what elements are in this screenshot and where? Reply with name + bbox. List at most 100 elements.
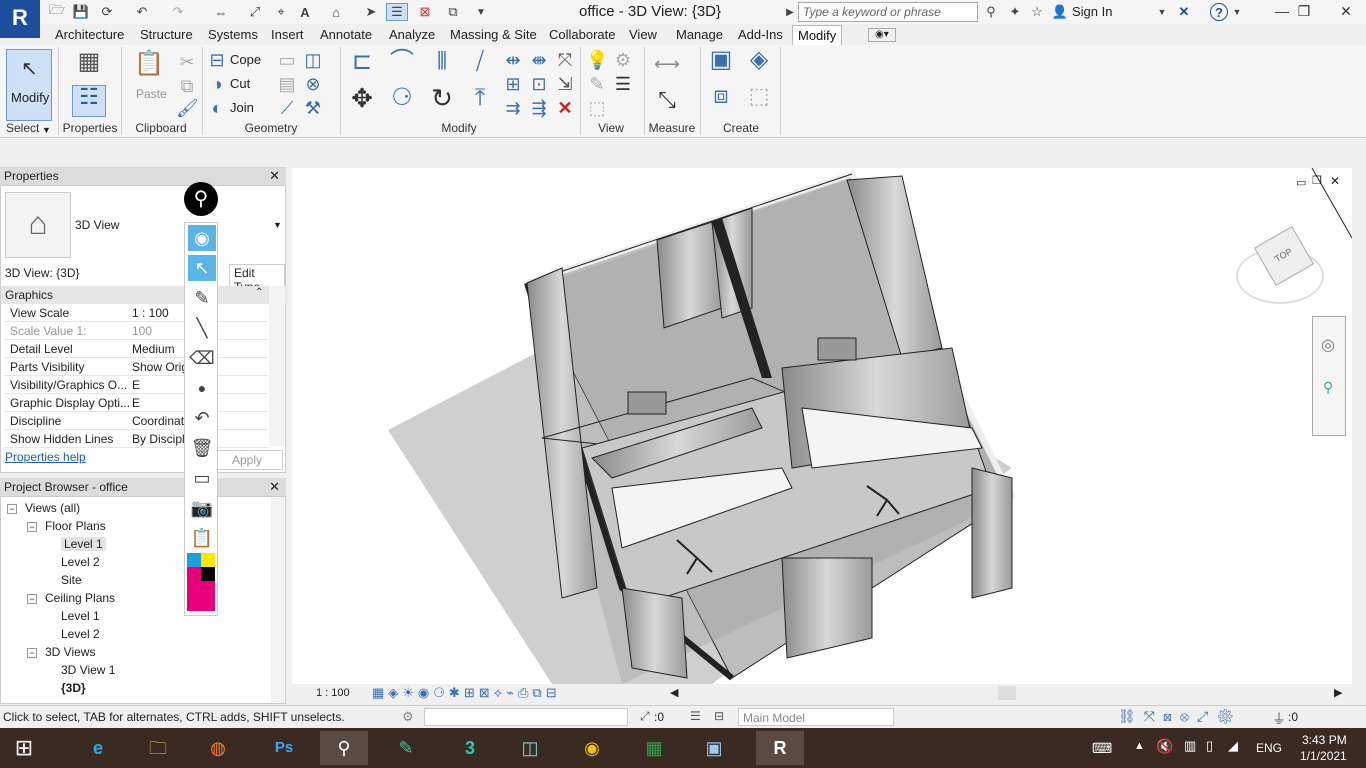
view-control-icons[interactable]: ▦◈☀◉⚆✱⊞⊠⟡⌁⎙⧉⊟ (372, 685, 561, 701)
hide-icon[interactable]: 💡 (586, 49, 608, 71)
browser-scrollbar[interactable] (271, 497, 285, 703)
qat-dropdown-icon[interactable]: ▼ (474, 3, 488, 21)
pen-undo-icon[interactable]: ↶ (188, 405, 216, 431)
tag-icon[interactable]: ⌖ (272, 3, 290, 21)
create-parts-icon[interactable]: ⧈ (706, 84, 736, 115)
property-row[interactable]: Graphic Display Opti... E (4, 394, 268, 412)
properties-scrollbar[interactable] (269, 286, 285, 446)
keyboard-icon[interactable]: ⌨ (1092, 740, 1112, 757)
battery-icon[interactable]: ▯ (1206, 738, 1213, 754)
property-row[interactable]: Parts Visibility Show Origi (4, 358, 268, 376)
clock-date[interactable]: 1/1/2021 (1300, 749, 1347, 763)
rotate-icon[interactable]: ↻ (428, 85, 456, 115)
thin-lines-icon[interactable]: ☰ (386, 3, 408, 21)
modify-button[interactable]: ↖ Modify (6, 49, 52, 121)
mirror-draw-icon[interactable]: ⧸ (466, 50, 494, 79)
create-group-icon[interactable]: ⬚ (744, 85, 774, 115)
3ds-max-icon[interactable]: 3 (450, 731, 490, 765)
create-assembly-icon[interactable]: ▣ (706, 48, 736, 79)
property-row[interactable]: Scale Value 1: 100 (4, 322, 268, 340)
windows-start-icon[interactable]: ⊞ (4, 731, 44, 765)
maximize-button[interactable]: ❐ (1284, 0, 1324, 24)
close-hidden-icon[interactable]: ⊠ (416, 3, 434, 21)
help-dropdown-icon[interactable]: ▼ (1232, 3, 1242, 21)
collapse-toggle-icon[interactable]: − (27, 522, 37, 532)
cope-label[interactable]: Cope (230, 52, 261, 67)
section-icon[interactable]: ➤ (362, 3, 380, 21)
wall-joins-icon[interactable]: ▭ (276, 49, 298, 71)
photoshop-icon[interactable]: Ps (264, 731, 304, 765)
contextual-tab-dropdown-icon[interactable]: ◉▾ (868, 28, 896, 42)
redo-icon[interactable]: ↷ (168, 3, 188, 21)
view-restore-icon[interactable]: ❐ (1312, 174, 1322, 187)
black-swatch[interactable] (201, 567, 215, 581)
property-value[interactable]: 1 : 100 (132, 306, 169, 320)
property-row[interactable]: Discipline Coordinat (4, 412, 268, 430)
scroll-right-icon[interactable]: ▶ (1334, 686, 1342, 699)
measure-between-icon[interactable]: ⤡ (650, 89, 684, 111)
delete-icon[interactable]: ✕ (554, 97, 576, 119)
move-icon[interactable]: ✥ (348, 85, 376, 115)
split-gap-icon[interactable]: ⇼ (528, 49, 550, 71)
tab-collaborate[interactable]: Collaborate (549, 27, 616, 42)
property-value[interactable]: Coordinat (132, 414, 184, 428)
select-dropdown-icon[interactable]: ▼ (42, 125, 51, 135)
save-icon[interactable]: 💾 (72, 3, 90, 21)
sync-icon[interactable]: ⟳ (96, 3, 118, 21)
apply-button[interactable]: Apply (211, 450, 283, 470)
browser-item[interactable]: Level 1 (61, 609, 100, 623)
collapse-icon[interactable]: ⌃ (255, 287, 263, 298)
trim-extend-icon[interactable]: ⤒ (466, 86, 494, 115)
line-icon[interactable]: ╲ (188, 315, 216, 341)
sign-in-dropdown-icon[interactable]: ▼ (1156, 3, 1168, 21)
cyan-swatch[interactable] (187, 553, 201, 567)
design-option-select[interactable]: Main Model (738, 708, 894, 726)
app-logo[interactable]: R (0, 0, 40, 38)
current-color-swatch[interactable] (187, 581, 215, 611)
property-value[interactable]: E (132, 378, 140, 392)
browser-item[interactable]: Site (61, 573, 82, 587)
split-icon[interactable]: ⇹ (502, 49, 524, 71)
text-icon[interactable]: A (296, 3, 314, 21)
notepad-icon[interactable]: ✎ (386, 731, 426, 765)
spreadsheet-icon[interactable]: ▦ (634, 731, 674, 765)
workset-select[interactable] (424, 708, 628, 726)
photos-icon[interactable]: ▣ (694, 731, 734, 765)
zoom-icon[interactable]: ⚲ (1323, 379, 1333, 396)
browser-item[interactable]: {3D} (61, 681, 86, 695)
type-properties-icon[interactable]: ▦ (72, 50, 106, 83)
pointer-icon[interactable]: ↖ (188, 255, 216, 281)
split-face-icon[interactable]: ◫ (302, 49, 324, 71)
search-expand-icon[interactable]: ▶ (784, 3, 796, 21)
volume-icon[interactable]: 🔇 (1156, 738, 1173, 755)
dot-icon[interactable]: ● (188, 375, 216, 401)
browser-item[interactable]: Level 1 (61, 537, 106, 551)
browser-item[interactable]: − Floor Plans (27, 519, 106, 533)
tab-insert[interactable]: Insert (271, 27, 304, 42)
selection-filter-icons[interactable]: ⛓⤧⊠⊗⤢⚙ (1118, 708, 1242, 725)
binoculars-icon[interactable]: ⚲ (982, 3, 1000, 21)
firefox-icon[interactable]: ◍ (198, 731, 238, 765)
copy-icon[interactable]: ⧉ (176, 75, 198, 97)
copy-element-icon[interactable]: ⚆ (388, 86, 416, 115)
align-dim-icon[interactable]: ⇔ (210, 3, 232, 21)
favorites-icon[interactable]: ☆ (1028, 3, 1046, 21)
override-icon[interactable]: ⚙ (612, 49, 634, 71)
instance-filter[interactable]: 3D View: {3D} (5, 266, 80, 280)
editable-only-icon[interactable]: ⊟ (714, 709, 724, 723)
browser-close-icon[interactable]: ✕ (269, 479, 280, 495)
hammer-icon[interactable]: ⚒ (302, 97, 324, 119)
browser-item[interactable]: 3D View 1 (61, 663, 115, 677)
pen-icon[interactable]: ✎ (188, 285, 216, 311)
language-indicator[interactable]: ENG (1256, 741, 1282, 755)
paste-icon[interactable]: 📋 (134, 52, 164, 83)
demolish-icon[interactable]: ⊗ (302, 73, 324, 95)
help-icon[interactable]: ? (1210, 3, 1228, 21)
tab-modify[interactable]: Modify (792, 25, 843, 45)
property-row[interactable]: Visibility/Graphics O... E (4, 376, 268, 394)
unpin-icon[interactable]: ⤧ (554, 49, 576, 71)
magenta-swatch[interactable] (187, 567, 201, 581)
yellow-swatch[interactable] (201, 553, 215, 567)
internet-explorer-icon[interactable]: e (78, 731, 118, 765)
board-icon[interactable]: ▭ (188, 465, 216, 491)
